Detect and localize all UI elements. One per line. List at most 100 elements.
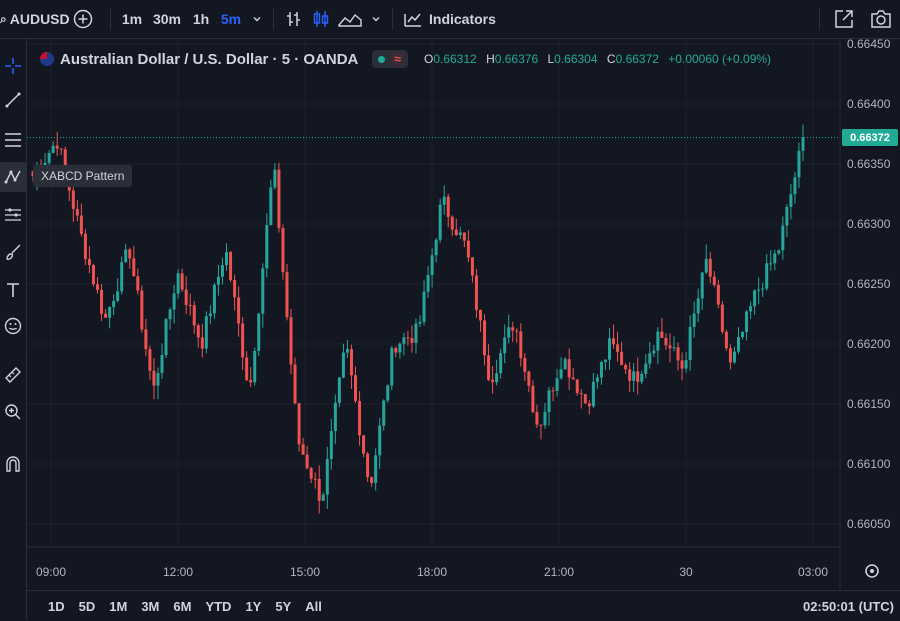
candle (644, 353, 648, 379)
candle (96, 277, 100, 294)
candle (567, 348, 571, 391)
candle (684, 351, 688, 373)
snapshot-button[interactable] (862, 0, 900, 38)
area-style-button[interactable] (334, 0, 366, 38)
interval-5m[interactable]: 5m (215, 0, 247, 38)
range-5d[interactable]: 5D (72, 599, 103, 614)
candle (208, 305, 212, 325)
utc-clock[interactable]: 02:50:01 (UTC) (803, 599, 900, 614)
candle (668, 333, 672, 363)
candle (192, 301, 196, 334)
time-tick-label: 21:00 (544, 565, 574, 579)
candle (366, 451, 370, 482)
candle (612, 324, 616, 349)
candle (91, 263, 95, 287)
time-tick-label: 18:00 (417, 565, 447, 579)
symbol-search[interactable]: ⌕ AUDUSD (0, 0, 70, 38)
price-tick-label: 0.66100 (847, 457, 891, 471)
time-tick-label: 15:00 (290, 565, 320, 579)
range-3m[interactable]: 3M (134, 599, 166, 614)
change-value: +0.00060 (+0.09%) (668, 52, 772, 66)
candle (83, 228, 87, 266)
brush-tool[interactable] (0, 237, 26, 267)
candle (789, 183, 793, 220)
candle (120, 256, 124, 295)
candle (745, 310, 749, 341)
candle (652, 344, 656, 357)
candle (204, 311, 208, 354)
candle (358, 391, 362, 446)
chart-style-dropdown[interactable] (366, 0, 386, 38)
candle (55, 131, 59, 157)
candle (757, 277, 761, 305)
range-1y[interactable]: 1Y (238, 599, 268, 614)
candle (418, 315, 422, 328)
compare-button[interactable] (62, 0, 104, 38)
interval-1m[interactable]: 1m (117, 0, 147, 38)
candle (51, 141, 55, 154)
pattern-tool[interactable] (0, 162, 26, 192)
candle (547, 386, 551, 426)
range-ytd[interactable]: YTD (198, 599, 238, 614)
candle (414, 318, 418, 354)
xabcd-pattern-icon (4, 170, 21, 184)
candle (261, 263, 265, 328)
candle (168, 307, 172, 330)
candle (515, 328, 519, 343)
range-1d[interactable]: 1D (41, 599, 72, 614)
zoom-tool[interactable] (0, 397, 26, 427)
candle (571, 368, 575, 380)
range-5y[interactable]: 5Y (268, 599, 298, 614)
price-chart[interactable]: 0.66450 0.66400 0.66350 0.66300 0.66250 0.662… (27, 39, 900, 589)
candle (624, 363, 628, 375)
magnet-tool[interactable] (0, 449, 26, 479)
settings-button[interactable] (865, 564, 879, 578)
candle (180, 268, 184, 292)
interval-dropdown[interactable] (247, 0, 267, 38)
candle (765, 254, 769, 291)
trend-line-tool[interactable] (0, 85, 26, 115)
candle (241, 316, 245, 370)
interval-1h[interactable]: 1h (187, 0, 215, 38)
price-tick-label: 0.66300 (847, 217, 891, 231)
fib-tool[interactable] (0, 125, 26, 155)
range-1m[interactable]: 1M (102, 599, 134, 614)
fullscreen-button[interactable] (826, 0, 862, 38)
candle (378, 418, 382, 469)
indicators-button[interactable]: Indicators (399, 0, 500, 38)
text-tool[interactable] (0, 275, 26, 305)
measure-tool[interactable] (0, 360, 26, 390)
text-icon (7, 283, 19, 297)
interval-30m[interactable]: 30m (147, 0, 187, 38)
candle (156, 367, 160, 400)
range-6m[interactable]: 6M (166, 599, 198, 614)
high-label: H (486, 52, 495, 66)
candle (337, 377, 341, 408)
candle (551, 386, 555, 402)
bars-style-button[interactable] (280, 0, 308, 38)
candle (325, 446, 329, 509)
candle (108, 306, 112, 329)
candle (152, 357, 156, 400)
candle (470, 256, 474, 283)
candle (426, 266, 430, 298)
emoji-tool[interactable] (0, 311, 26, 341)
candle (245, 351, 249, 382)
indicators-icon (404, 13, 421, 27)
candle (349, 344, 353, 389)
candles-style-button[interactable] (308, 0, 334, 38)
candle (543, 402, 547, 429)
candle (79, 203, 83, 237)
candle (281, 224, 285, 280)
market-status-badge[interactable]: ≈ (372, 50, 408, 68)
forecast-tool[interactable] (0, 200, 26, 230)
range-all[interactable]: All (298, 599, 329, 614)
crosshair-tool[interactable] (0, 51, 26, 81)
candle (309, 466, 313, 484)
candle (741, 331, 745, 340)
candle (289, 308, 293, 375)
camera-icon (871, 10, 891, 28)
candle (519, 323, 523, 367)
forecast-icon (5, 208, 21, 221)
wave-icon: ≈ (391, 52, 404, 66)
